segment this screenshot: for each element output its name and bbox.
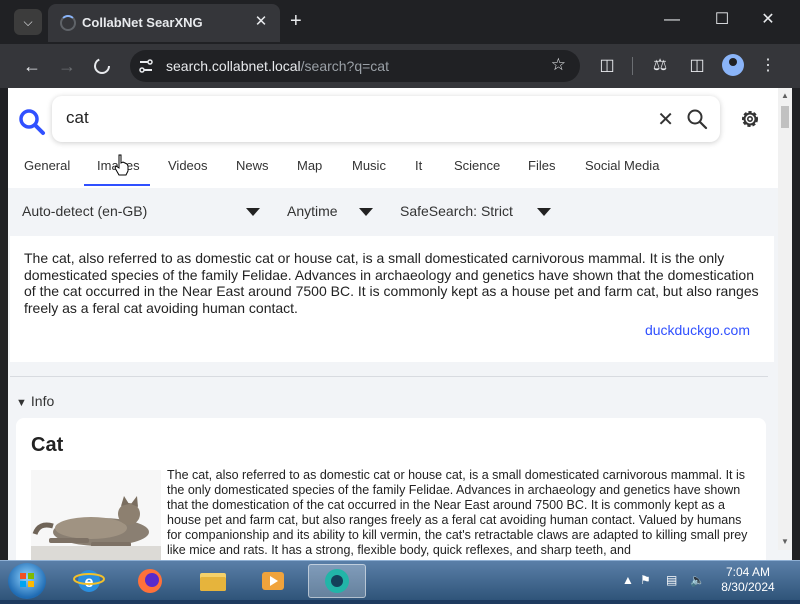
tab-it[interactable]: It [415,158,422,173]
tab-science[interactable]: Science [454,158,500,173]
browser-window: ⌵ CollabNet SearXNG ✕ + — ☐ ✕ ← → search… [0,0,800,560]
tab-map[interactable]: Map [297,158,322,173]
safesearch-select[interactable]: SafeSearch: Strict [400,203,513,219]
infobox: Cat The cat, also referred to as domesti… [16,418,766,560]
new-tab-button[interactable]: + [290,10,302,32]
show-hidden-icons-arrow[interactable]: ▲ [622,573,634,587]
info-toggle[interactable]: ▼ Info [16,393,54,409]
side-panel-icon[interactable]: ◫ [685,54,709,78]
tab-close-button[interactable]: ✕ [252,13,270,31]
address-bar[interactable]: search.collabnet.local/search?q=cat ☆ [130,50,580,82]
tab-title: CollabNet SearXNG [82,15,203,30]
forward-arrow-icon[interactable]: → [55,54,79,78]
hand-cursor-icon [114,154,129,176]
chevron-down-icon[interactable] [246,208,260,216]
tab-files[interactable]: Files [528,158,555,173]
svg-text:e: e [85,574,94,591]
minimize-button[interactable]: — [652,8,692,32]
page-scrollbar[interactable]: ▲ ▼ [778,88,792,550]
toolbar-divider [632,57,633,75]
browser-toolbar: ← → search.collabnet.local/search?q=cat … [0,44,800,88]
chevron-down-icon[interactable] [359,208,373,216]
search-query[interactable]: cat [66,108,89,128]
flag-icon[interactable]: ⚑ [640,573,651,587]
language-select[interactable]: Auto-detect (en-GB) [22,203,147,219]
file-explorer-icon[interactable] [188,564,238,598]
time-range-select[interactable]: Anytime [287,203,338,219]
browser-taskbar-button[interactable] [308,564,366,598]
search-input[interactable]: cat ✕ [52,96,720,142]
network-icon[interactable]: ▤ [666,573,677,587]
stop-loading-icon[interactable] [90,54,114,78]
active-tab[interactable]: CollabNet SearXNG ✕ [48,4,280,42]
internet-explorer-icon[interactable]: e [64,564,114,598]
infobox-text: The cat, also referred to as domestic ca… [167,468,748,557]
extensions-icon[interactable]: ◫ [595,54,619,78]
profile-avatar[interactable] [722,54,744,76]
bookmark-star-icon[interactable]: ☆ [551,55,566,75]
system-clock[interactable]: 7:04 AM 8/30/2024 [718,565,778,595]
url-text: search.collabnet.local/search?q=cat [166,58,389,74]
browser-menu-icon[interactable]: ⋮ [756,54,780,78]
gear-icon[interactable] [738,107,762,131]
labs-flask-icon[interactable]: ⚖ [648,54,672,78]
clear-search-button[interactable]: ✕ [657,107,674,132]
tab-news[interactable]: News [236,158,269,173]
info-header-label: Info [30,393,55,409]
tab-social-media[interactable]: Social Media [585,158,659,173]
search-filters: Auto-detect (en-GB) Anytime SafeSearch: … [8,188,778,234]
taskbar: e ▲ ⚑ ▤ 🔈 7:04 AM 8/30/2024 [0,560,800,600]
tab-search-button[interactable]: ⌵ [14,9,42,35]
clock-date: 8/30/2024 [721,580,775,594]
infobox-title: Cat [31,434,64,456]
chevron-down-icon[interactable] [537,208,551,216]
loading-spinner-icon [60,15,76,31]
back-arrow-icon[interactable]: ← [20,54,44,78]
active-tab-indicator [84,184,150,186]
clock-time: 7:04 AM [725,565,771,579]
triangle-down-icon: ▼ [16,397,27,409]
answer-text: The cat, also referred to as domestic ca… [24,250,759,316]
firefox-icon[interactable] [125,564,175,598]
search-icon[interactable] [686,108,708,130]
scrollbar-thumb[interactable] [781,106,789,128]
volume-muted-icon[interactable]: 🔈 [690,573,705,587]
searx-logo-icon[interactable] [18,108,46,136]
site-settings-icon[interactable] [138,58,154,74]
cat-image[interactable] [31,470,161,560]
tab-music[interactable]: Music [352,158,386,173]
answer-box: The cat, also referred to as domestic ca… [10,236,774,362]
answer-source-link[interactable]: duckduckgo.com [645,322,750,338]
scroll-down-arrow-icon[interactable]: ▼ [778,536,792,548]
media-player-icon[interactable] [248,564,298,598]
scroll-up-arrow-icon[interactable]: ▲ [778,90,792,102]
start-button[interactable] [8,563,46,599]
maximize-button[interactable]: ☐ [702,8,742,32]
section-divider [10,376,768,377]
tab-bar: ⌵ CollabNet SearXNG ✕ + — ☐ ✕ [0,0,800,44]
window-close-button[interactable]: ✕ [748,8,788,32]
tab-general[interactable]: General [24,158,70,173]
tab-videos[interactable]: Videos [168,158,208,173]
